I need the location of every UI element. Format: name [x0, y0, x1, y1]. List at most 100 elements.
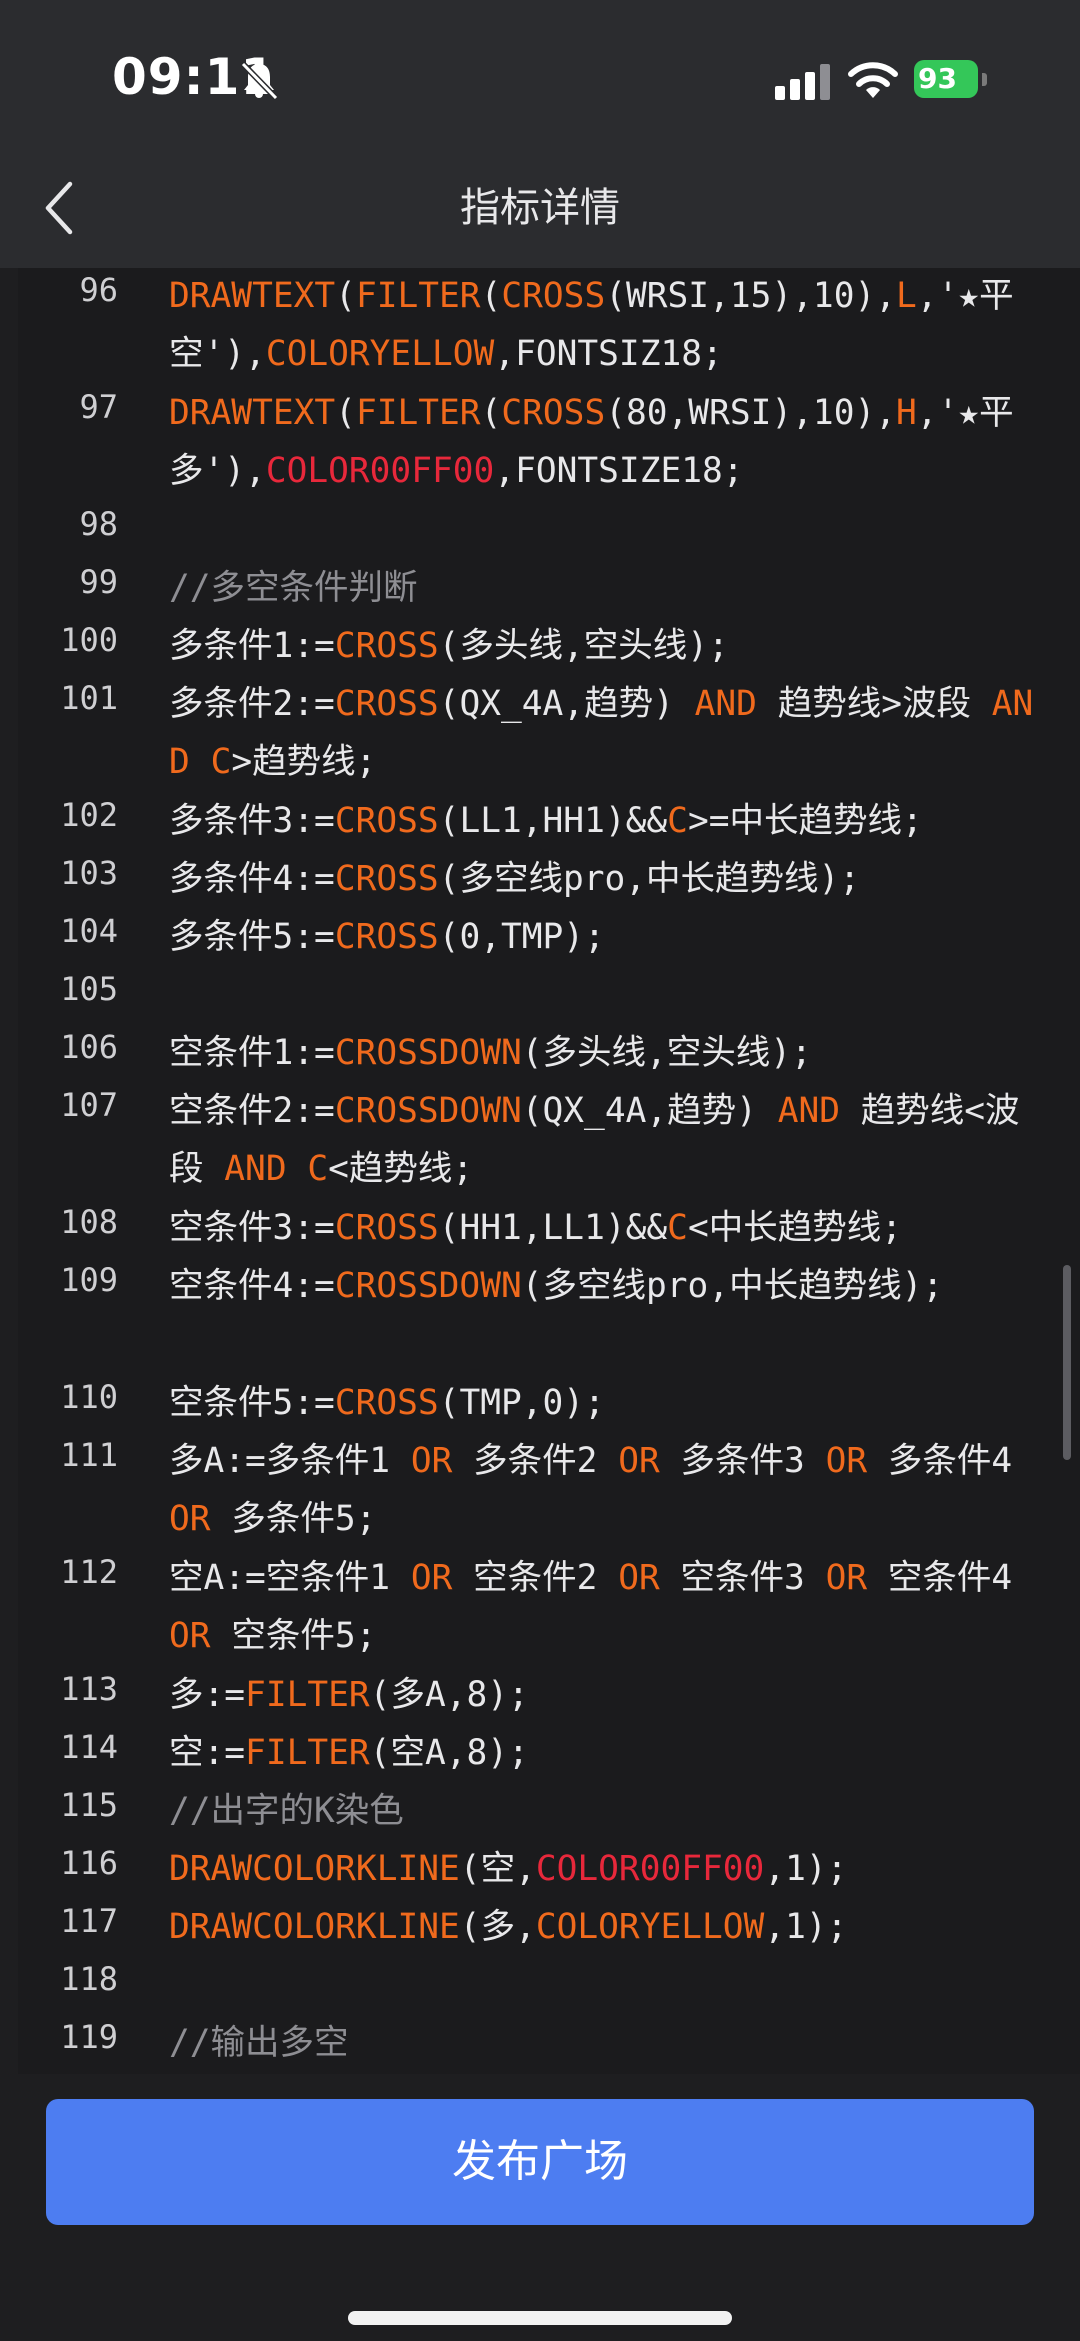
code-token: (多A,8);	[369, 1675, 529, 1715]
code-text: DRAWTEXT(FILTER(CROSS(WRSI,15),10),L,'★平…	[169, 268, 1049, 383]
code-token: (	[335, 393, 356, 433]
battery-level: 93	[918, 62, 957, 95]
line-number: 104	[60, 912, 118, 950]
code-keyword: CROSS	[334, 1208, 439, 1248]
code-token: <趋势线;	[328, 1149, 474, 1189]
line-number: 119	[60, 2018, 118, 2056]
code-token: (空,	[459, 1849, 536, 1889]
code-keyword: CROSS	[501, 393, 606, 433]
code-token: ,FONTSIZE18;	[494, 451, 744, 491]
code-keyword: OR	[410, 1558, 453, 1598]
code-token: 空条件1:=	[169, 1033, 335, 1073]
code-viewer[interactable]: 96 DRAWTEXT(FILTER(CROSS(WRSI,15),10),L,'…	[18, 268, 1080, 2074]
line-number: 100	[60, 621, 118, 659]
code-token: 空条件2	[452, 1558, 619, 1598]
code-token: 多条件4	[867, 1441, 1033, 1481]
code-text: 多条件5:=CROSS(0,TMP);	[169, 908, 1049, 966]
page-title: 指标详情	[460, 185, 620, 231]
code-keyword: COLORYELLOW	[535, 1907, 765, 1947]
code-keyword: H	[896, 393, 917, 433]
code-token: 多条件3	[659, 1441, 826, 1481]
line-number: 114	[60, 1728, 118, 1766]
code-text: 空A:=空条件1 OR 空条件2 OR 空条件3 OR 空条件4 OR 空条件5…	[169, 1549, 1049, 1665]
code-keyword: OR	[825, 1441, 868, 1481]
code-text: //多空条件判断	[169, 559, 1049, 617]
code-token: (空A,8);	[369, 1733, 529, 1773]
code-keyword: C	[210, 742, 232, 782]
code-token: (0,TMP);	[438, 917, 605, 957]
code-text: 多条件3:=CROSS(LL1,HH1)&&C>=中长趋势线;	[169, 792, 1049, 850]
code-token: 趋势线>波段	[756, 684, 992, 724]
code-comment: //出字的K染色	[169, 1791, 404, 1831]
code-keyword: COLORYELLOW	[265, 334, 495, 374]
code-keyword: FILTER	[245, 1733, 370, 1773]
code-token: >趋势线;	[231, 742, 377, 782]
code-text: 空条件1:=CROSSDOWN(多头线,空头线);	[169, 1024, 1049, 1082]
code-keyword: OR	[618, 1441, 660, 1481]
code-token: 多条件1:=	[169, 626, 335, 666]
code-token: 多条件2	[452, 1441, 619, 1481]
code-token: (	[335, 276, 356, 316]
code-keyword: CROSS	[334, 917, 439, 957]
publish-button[interactable]: 发布广场	[46, 2099, 1034, 2225]
code-token: (WRSI,15),10),	[605, 276, 897, 316]
line-number: 108	[60, 1203, 118, 1241]
line-number: 109	[60, 1261, 118, 1299]
line-number: 101	[60, 679, 118, 717]
code-token: ,1);	[764, 1849, 848, 1889]
code-token: (多,	[459, 1907, 536, 1947]
code-keyword: OR	[410, 1441, 453, 1481]
code-text: 空条件4:=CROSSDOWN(多空线pro,中长趋势线);	[169, 1257, 1049, 1315]
code-token: (TMP,0);	[438, 1383, 605, 1423]
code-token: ,FONTSIZ18;	[494, 334, 723, 374]
line-number: 113	[60, 1670, 118, 1708]
code-keyword: CROSS	[334, 1383, 439, 1423]
line-number: 99	[79, 563, 118, 601]
code-token: 空条件4	[867, 1558, 1033, 1598]
code-keyword: DRAWCOLORKLINE	[169, 1907, 460, 1947]
code-keyword: FILTER	[355, 393, 481, 433]
code-token: 空条件4:=	[169, 1266, 335, 1306]
code-token: (	[480, 393, 502, 433]
code-keyword: CROSS	[334, 801, 439, 841]
code-keyword: C	[667, 801, 688, 841]
line-number: 105	[60, 970, 118, 1008]
line-number: 97	[79, 388, 118, 426]
code-keyword: OR	[825, 1558, 868, 1598]
code-text: DRAWCOLORKLINE(空,COLOR00FF00,1);	[169, 1840, 1049, 1898]
code-keyword: CROSS	[501, 276, 606, 316]
code-keyword: CROSS	[334, 626, 439, 666]
scrollbar[interactable]	[1063, 1265, 1071, 1460]
line-number: 106	[60, 1028, 118, 1066]
code-text: 多条件2:=CROSS(QX_4A,趋势) AND 趋势线>波段 AND C>趋…	[169, 675, 1049, 791]
code-text: 空条件3:=CROSS(HH1,LL1)&&C<中长趋势线;	[169, 1199, 1049, 1257]
line-number: 115	[60, 1786, 118, 1824]
code-text: DRAWCOLORKLINE(多,COLORYELLOW,1);	[169, 1898, 1049, 1956]
code-keyword: CROSS	[334, 859, 439, 899]
code-token: 空A:=空条件1	[169, 1558, 411, 1598]
code-keyword: C	[667, 1208, 688, 1248]
code-text: 空条件5:=CROSS(TMP,0);	[169, 1374, 1049, 1432]
code-comment: //输出多空	[169, 2023, 349, 2063]
code-token: 多条件5:=	[169, 917, 335, 957]
code-token: 多:=	[169, 1675, 246, 1715]
code-keyword: CROSSDOWN	[334, 1033, 522, 1073]
code-keyword: DRAWTEXT	[169, 276, 336, 316]
code-keyword: DRAWCOLORKLINE	[169, 1849, 460, 1889]
line-number: 98	[79, 505, 118, 543]
code-token: (多头线,空头线);	[521, 1033, 812, 1073]
code-keyword: FILTER	[245, 1675, 370, 1715]
line-number: 111	[60, 1436, 118, 1474]
code-keyword: AND	[224, 1149, 287, 1189]
code-text: 空:=FILTER(空A,8);	[169, 1724, 1049, 1782]
code-keyword: OR	[169, 1616, 211, 1656]
code-token: (QX_4A,趋势)	[438, 684, 695, 724]
code-token: 多条件2:=	[169, 684, 335, 724]
code-text: 多:=FILTER(多A,8);	[169, 1666, 1049, 1724]
line-number: 118	[60, 1960, 118, 1998]
code-text: 多条件1:=CROSS(多头线,空头线);	[169, 617, 1049, 675]
code-token: (多空线pro,中长趋势线);	[438, 859, 861, 899]
code-token: 空条件3	[659, 1558, 826, 1598]
